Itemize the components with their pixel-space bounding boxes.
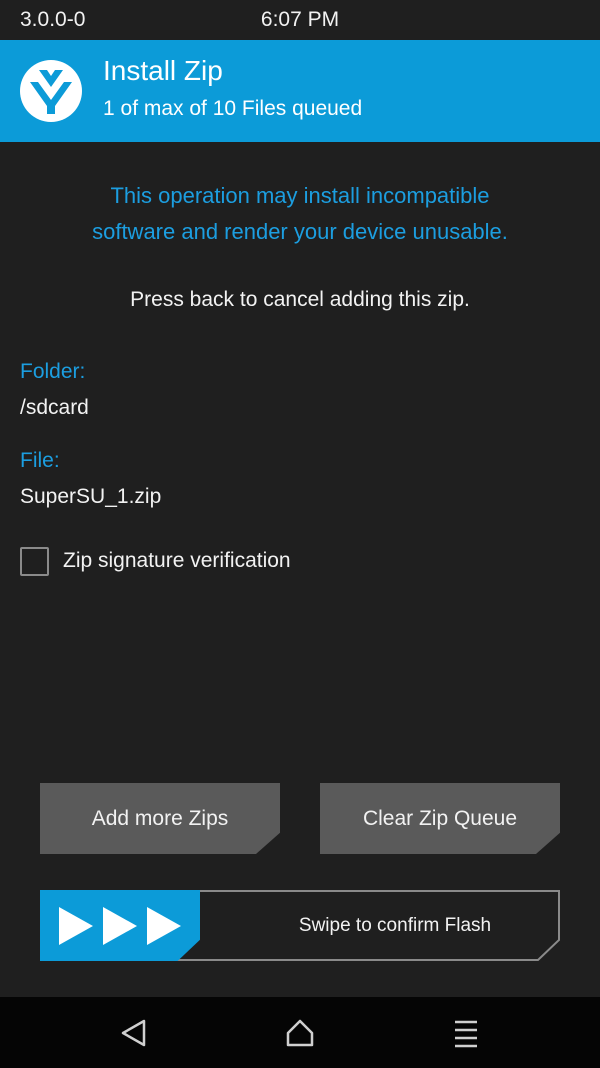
queue-status: 1 of max of 10 Files queued <box>103 97 363 120</box>
arrow-right-icon <box>103 907 137 945</box>
swipe-handle[interactable] <box>40 890 200 961</box>
swipe-label: Swipe to confirm Flash <box>298 914 492 936</box>
back-triangle-icon[interactable] <box>114 1013 154 1053</box>
clear-zip-queue-button[interactable]: Clear Zip Queue <box>320 783 560 854</box>
add-more-zips-button[interactable]: Add more Zips <box>40 783 280 854</box>
status-bar: 3.0.0-0 6:07 PM <box>0 0 600 40</box>
home-icon[interactable] <box>280 1013 320 1053</box>
file-value: SuperSU_1.zip <box>20 485 162 508</box>
swipe-to-flash-slider[interactable]: Swipe to confirm Flash <box>40 890 560 961</box>
zip-signature-checkbox[interactable] <box>20 546 49 576</box>
header: Install Zip 1 of max of 10 Files queued <box>0 40 600 142</box>
zip-signature-verification-option[interactable]: Zip signature verification <box>20 546 291 576</box>
zip-signature-label: Zip signature verification <box>63 549 291 572</box>
warning-line-2: software and render your device unusable… <box>92 219 508 244</box>
folder-value: /sdcard <box>20 396 89 419</box>
arrow-right-icon <box>59 907 93 945</box>
cancel-hint: Press back to cancel adding this zip. <box>130 288 470 311</box>
folder-label: Folder: <box>20 360 86 383</box>
page-title: Install Zip <box>103 55 223 86</box>
navigation-bar <box>0 997 600 1068</box>
warning-line-1: This operation may install incompatible <box>110 183 490 208</box>
clock: 6:07 PM <box>260 8 340 31</box>
arrow-right-icon <box>147 907 181 945</box>
menu-lines-icon[interactable] <box>446 1013 486 1053</box>
file-label: File: <box>20 449 60 472</box>
twrp-logo-icon <box>20 60 82 122</box>
warning-message: This operation may install incompatible … <box>0 178 600 250</box>
